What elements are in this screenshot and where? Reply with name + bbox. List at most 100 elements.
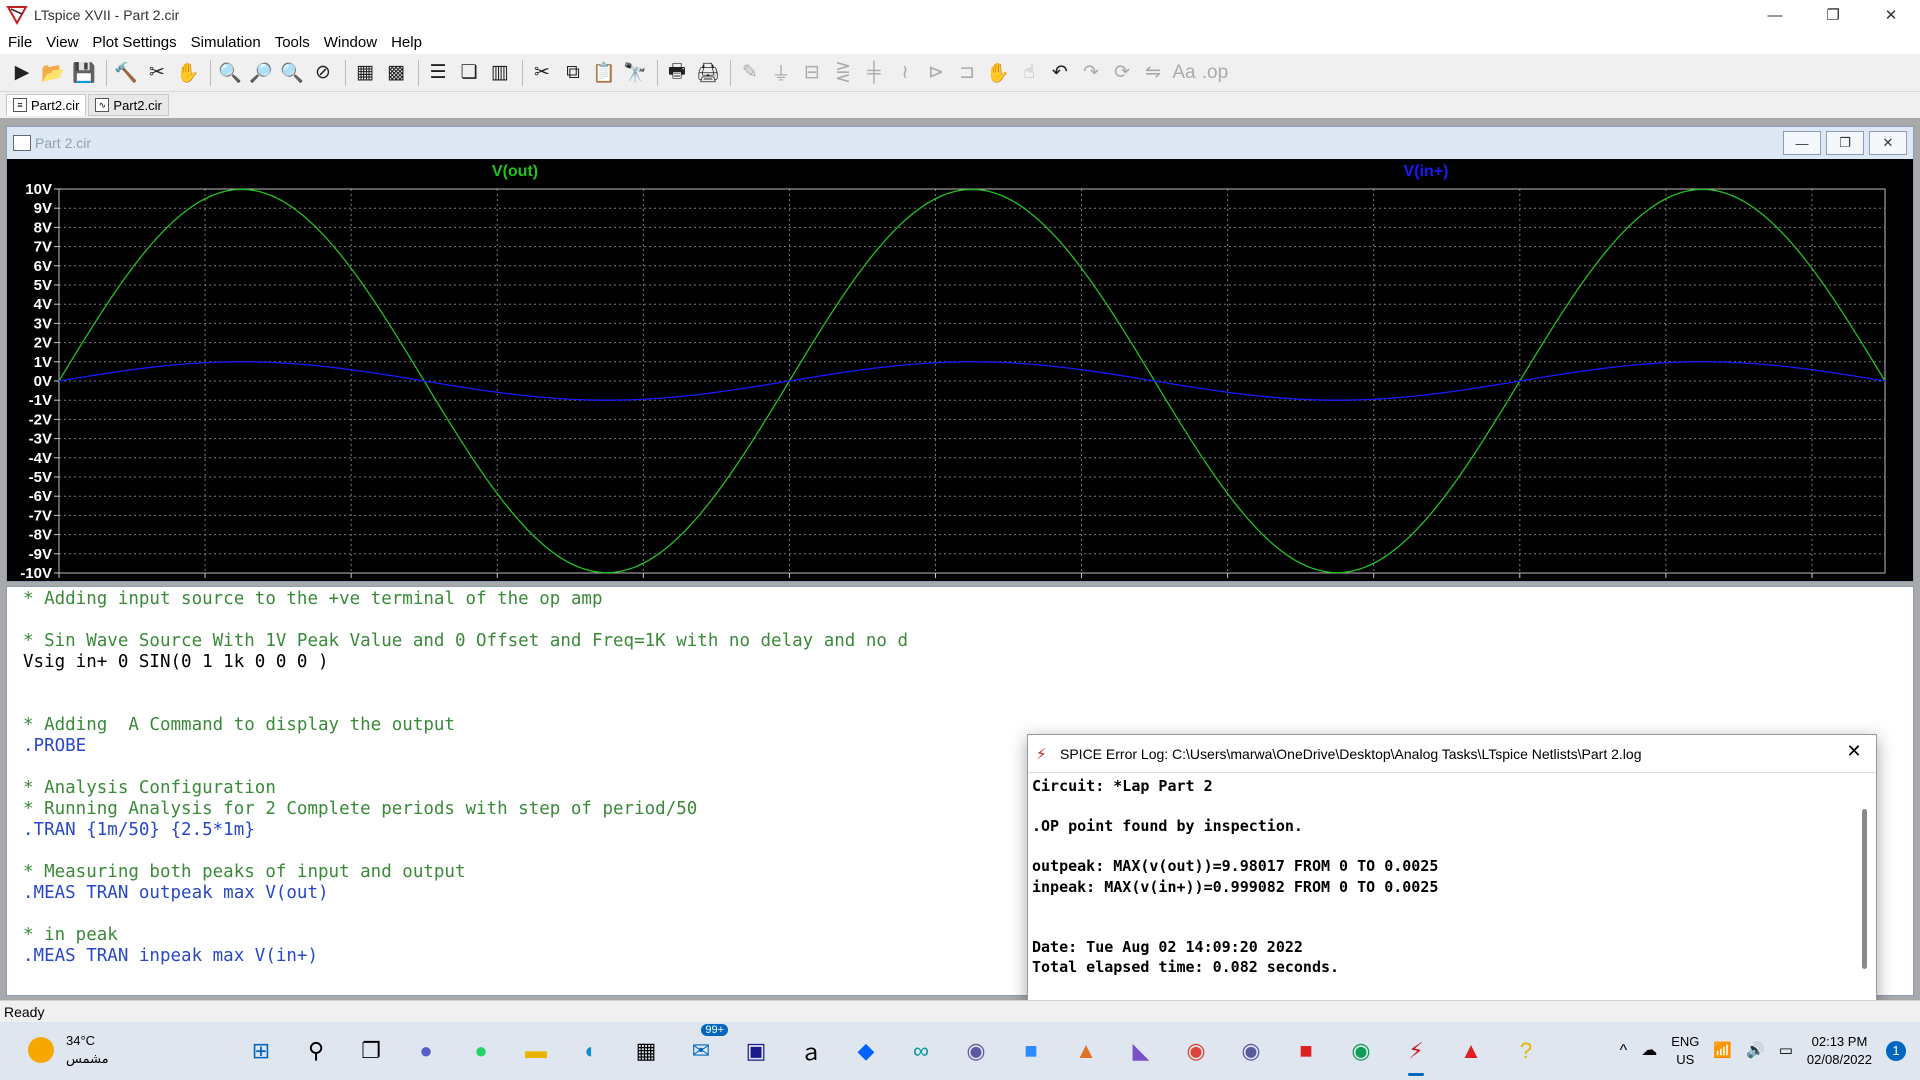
teams-chat-icon[interactable]: ● bbox=[405, 1030, 447, 1072]
autorange-icon[interactable]: ▦ bbox=[351, 59, 379, 87]
task-view-icon[interactable]: ❐ bbox=[350, 1030, 392, 1072]
netlist-line: * Measuring both peaks of input and outp… bbox=[23, 862, 466, 882]
scrollbar-thumb[interactable] bbox=[1862, 809, 1867, 969]
control-panel-icon[interactable]: 🔨 bbox=[112, 59, 140, 87]
weather-widget[interactable]: 34°C مشمس bbox=[28, 1032, 109, 1068]
tile-vertical-icon[interactable]: ▥ bbox=[486, 59, 514, 87]
text-icon[interactable]: Aa bbox=[1170, 59, 1198, 87]
menu-window[interactable]: Window bbox=[324, 34, 377, 51]
menu-view[interactable]: View bbox=[46, 34, 78, 51]
file-explorer-icon[interactable]: ▬ bbox=[515, 1030, 557, 1072]
tile-horizontal-icon[interactable]: ☰ bbox=[424, 59, 452, 87]
battery-icon[interactable]: ▭ bbox=[1779, 1042, 1793, 1060]
chrome-profile-icon[interactable]: ◉ bbox=[1340, 1030, 1382, 1072]
menu-simulation[interactable]: Simulation bbox=[191, 34, 261, 51]
tab-waveform[interactable]: ∿ Part2.cir bbox=[88, 94, 169, 116]
y-tick-label: -5V bbox=[29, 469, 52, 486]
help-icon[interactable]: ? bbox=[1505, 1030, 1547, 1072]
capacitor-icon[interactable]: ╪ bbox=[860, 59, 888, 87]
cascade-icon[interactable]: ❏ bbox=[455, 59, 483, 87]
waveform-icon bbox=[13, 135, 31, 151]
language-indicator[interactable]: ENG US bbox=[1671, 1033, 1699, 1069]
wire-icon[interactable]: ✎ bbox=[736, 59, 764, 87]
amazon-icon[interactable]: ａ bbox=[790, 1030, 832, 1072]
weather-desc: مشمس bbox=[66, 1051, 109, 1066]
acrobat-icon[interactable]: ▲ bbox=[1450, 1030, 1492, 1072]
intellij-icon[interactable]: ▣ bbox=[735, 1030, 777, 1072]
vscode-2-icon[interactable]: ◉ bbox=[1230, 1030, 1272, 1072]
store-icon[interactable]: ▦ bbox=[625, 1030, 667, 1072]
save-icon[interactable]: 💾 bbox=[70, 59, 98, 87]
drag-icon[interactable]: ☝ bbox=[1015, 59, 1043, 87]
matlab-icon[interactable]: ▲ bbox=[1065, 1030, 1107, 1072]
visual-studio-icon[interactable]: ◣ bbox=[1120, 1030, 1162, 1072]
paste-icon[interactable]: 📋 bbox=[590, 59, 618, 87]
waveform-plot[interactable]: 0.0ms0.2ms0.4ms0.6ms0.8ms1.0ms1.2ms1.4ms… bbox=[7, 159, 1913, 581]
windows-start-icon[interactable]: ⊞ bbox=[240, 1030, 282, 1072]
label-net-icon[interactable]: ⊟ bbox=[798, 59, 826, 87]
zoom-icon[interactable]: ■ bbox=[1010, 1030, 1052, 1072]
clock[interactable]: 02:13 PM 02/08/2022 bbox=[1807, 1033, 1872, 1069]
tab-netlist[interactable]: ≡ Part2.cir bbox=[6, 94, 87, 116]
close-button[interactable]: ✕ bbox=[1862, 0, 1920, 30]
print-setup-icon[interactable]: 🖨 bbox=[694, 59, 722, 87]
component-icon[interactable]: ⊐ bbox=[953, 59, 981, 87]
volume-icon[interactable]: 🔊 bbox=[1746, 1042, 1765, 1060]
ltspice-logo-icon: ⚡ bbox=[1036, 745, 1047, 763]
run-icon[interactable]: ▶ bbox=[8, 59, 36, 87]
error-log-caption[interactable]: ⚡ SPICE Error Log: C:\Users\marwa\OneDri… bbox=[1028, 735, 1876, 773]
minimize-button[interactable]: — bbox=[1746, 0, 1804, 30]
mirror-icon[interactable]: ⇋ bbox=[1139, 59, 1167, 87]
copy-icon[interactable]: ⧉ bbox=[559, 59, 587, 87]
cloud-icon[interactable]: ☁ bbox=[1641, 1042, 1657, 1060]
print-icon[interactable]: 🖶 bbox=[663, 59, 691, 87]
search-icon[interactable]: ⚲ bbox=[295, 1030, 337, 1072]
rotate-icon[interactable]: ⟳ bbox=[1108, 59, 1136, 87]
zoom-area-icon[interactable]: 🔎 bbox=[247, 59, 275, 87]
spice-directive-icon[interactable]: .op bbox=[1201, 59, 1229, 87]
chrome-icon[interactable]: ◉ bbox=[1175, 1030, 1217, 1072]
ltspice-icon[interactable]: ⚡ bbox=[1395, 1030, 1437, 1076]
arduino-icon[interactable]: ∞ bbox=[900, 1030, 942, 1072]
redo-icon[interactable]: ↷ bbox=[1077, 59, 1105, 87]
diode-icon[interactable]: ⊳ bbox=[922, 59, 950, 87]
waveform-window-caption[interactable]: Part 2.cir — ❐ ✕ bbox=[7, 127, 1913, 159]
menu-plot-settings[interactable]: Plot Settings bbox=[92, 34, 176, 51]
dropbox-icon[interactable]: ◆ bbox=[845, 1030, 887, 1072]
error-log-title: SPICE Error Log: C:\Users\marwa\OneDrive… bbox=[1060, 745, 1642, 762]
plot-minimize-button[interactable]: — bbox=[1783, 131, 1821, 155]
edge-icon[interactable]: ◐ bbox=[570, 1030, 612, 1072]
region-code: US bbox=[1676, 1052, 1695, 1067]
zoom-cancel-icon[interactable]: ⊘ bbox=[309, 59, 337, 87]
zoom-out-icon[interactable]: 🔍 bbox=[278, 59, 306, 87]
chevron-up-icon[interactable]: ^ bbox=[1620, 1042, 1628, 1060]
vscode-icon[interactable]: ◉ bbox=[955, 1030, 997, 1072]
halt-icon[interactable]: ✂ bbox=[143, 59, 171, 87]
cut-icon[interactable]: ✂ bbox=[528, 59, 556, 87]
whatsapp-icon[interactable]: ● bbox=[460, 1030, 502, 1072]
grid-icon[interactable]: ▩ bbox=[382, 59, 410, 87]
inductor-icon[interactable]: ≀ bbox=[891, 59, 919, 87]
notification-badge[interactable]: 1 bbox=[1886, 1041, 1906, 1061]
find-icon[interactable]: 🔭 bbox=[621, 59, 649, 87]
pan-icon[interactable]: ✋ bbox=[174, 59, 202, 87]
plot-close-button[interactable]: ✕ bbox=[1869, 131, 1907, 155]
restore-button[interactable]: ❐ bbox=[1804, 0, 1862, 30]
close-icon[interactable]: ✕ bbox=[1842, 741, 1866, 762]
waveform-window[interactable]: Part 2.cir — ❐ ✕ 0.0ms0.2ms0.4ms0.6ms0.8… bbox=[6, 126, 1914, 582]
undo-icon[interactable]: ↶ bbox=[1046, 59, 1074, 87]
wifi-icon[interactable]: 📶 bbox=[1713, 1042, 1732, 1060]
anydesk-icon[interactable]: ■ bbox=[1285, 1030, 1327, 1072]
y-tick-label: -9V bbox=[29, 546, 52, 563]
mail-icon[interactable]: ✉ 99+ bbox=[680, 1024, 728, 1072]
plot-maximize-button[interactable]: ❐ bbox=[1826, 131, 1864, 155]
menu-file[interactable]: File bbox=[8, 34, 32, 51]
menu-help[interactable]: Help bbox=[391, 34, 422, 51]
zoom-in-icon[interactable]: 🔍 bbox=[216, 59, 244, 87]
clock-date: 02/08/2022 bbox=[1806, 1052, 1872, 1067]
menu-tools[interactable]: Tools bbox=[275, 34, 310, 51]
resistor-icon[interactable]: ⋛ bbox=[829, 59, 857, 87]
move-icon[interactable]: ✋ bbox=[984, 59, 1012, 87]
ground-icon[interactable]: ⏚ bbox=[767, 59, 795, 87]
open-icon[interactable]: 📂 bbox=[39, 59, 67, 87]
